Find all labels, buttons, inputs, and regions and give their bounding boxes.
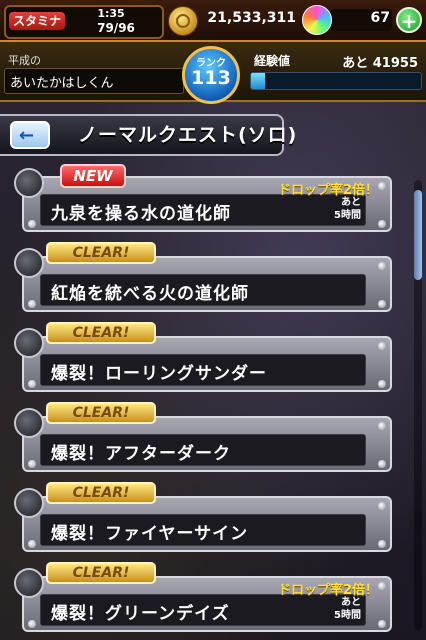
exp-bar <box>250 72 422 90</box>
time-line-2: 5時間 <box>334 210 361 221</box>
quest-name: 爆裂！グリーンデイズ <box>51 604 230 624</box>
clear-badge: CLEAR! <box>46 242 156 264</box>
quest-card[interactable]: 爆裂！グリーンデイズ あと 5時間 ドロップ率2倍！ <box>22 576 392 632</box>
player-name: あいたかはしくん <box>10 76 114 91</box>
quest-time-remaining: あと 5時間 <box>334 196 361 222</box>
rivet-decoration <box>378 502 386 510</box>
quest-card[interactable]: 紅焔を統べる火の道化師 <box>22 256 392 312</box>
rivet-decoration <box>378 262 386 270</box>
quest-name-panel: 爆裂！グリーンデイズ あと 5時間 <box>40 594 366 626</box>
card-knob-icon <box>14 248 44 278</box>
rivet-decoration <box>378 300 386 308</box>
rivet-decoration <box>28 460 36 468</box>
quest-name-panel: 紅焔を統べる火の道化師 <box>40 274 366 306</box>
scrollbar-thumb[interactable] <box>414 190 422 280</box>
rivet-decoration <box>378 380 386 388</box>
status-bar: スタミナ 1:35 79/96 21,533,311 67 + <box>0 0 426 42</box>
exp-remaining: あと 41955 <box>342 56 418 71</box>
quest-time-remaining: あと 5時間 <box>334 596 361 622</box>
rivet-decoration <box>28 620 36 628</box>
quest-card[interactable]: 爆裂！ローリングサンダー <box>22 336 392 392</box>
card-knob-icon <box>14 408 44 438</box>
quest-name-panel: 九泉を操る水の道化師 あと 5時間 <box>40 194 366 226</box>
exp-bar-fill <box>251 73 265 89</box>
stamina-gauge: スタミナ 1:35 79/96 <box>4 5 164 39</box>
quest-name: 爆裂！アフターダーク <box>51 444 231 464</box>
quest-name: 爆裂！ファイヤーサイン <box>51 524 249 544</box>
clear-badge: CLEAR! <box>46 562 156 584</box>
rivet-decoration <box>378 620 386 628</box>
orb-value: 67 <box>370 10 390 26</box>
clear-badge: CLEAR! <box>46 402 156 424</box>
quest-name-panel: 爆裂！ファイヤーサイン <box>40 514 366 546</box>
quest-name-panel: 爆裂！アフターダーク <box>40 434 366 466</box>
player-title: 平成の <box>8 54 41 67</box>
back-arrow-icon: ← <box>19 125 35 146</box>
rank-badge: ランク 113 <box>182 46 240 104</box>
rivet-decoration <box>378 540 386 548</box>
quest-card[interactable]: 爆裂！アフターダーク <box>22 416 392 472</box>
back-button[interactable]: ← <box>10 121 50 149</box>
time-line-2: 5時間 <box>334 610 361 621</box>
rivet-decoration <box>28 540 36 548</box>
rivet-decoration <box>378 220 386 228</box>
drop-rate-bonus: ドロップ率2倍！ <box>277 183 378 198</box>
quest-card[interactable]: 爆裂！ファイヤーサイン <box>22 496 392 552</box>
new-badge: NEW <box>60 164 126 188</box>
page-title: ノーマルクエスト(ソロ) <box>78 124 298 146</box>
exp-label: 経験値 <box>254 54 291 68</box>
stamina-value: 79/96 <box>97 21 135 35</box>
drop-rate-bonus: ドロップ率2倍！ <box>277 583 378 598</box>
quest-name: 紅焔を統べる火の道化師 <box>51 284 249 304</box>
buy-orbs-button[interactable]: + <box>396 7 422 33</box>
rivet-decoration <box>28 220 36 228</box>
quest-name: 九泉を操る水の道化師 <box>51 204 231 224</box>
stamina-timer: 1:35 <box>97 7 125 20</box>
rivet-decoration <box>378 342 386 350</box>
clear-badge: CLEAR! <box>46 482 156 504</box>
coin-value: 21,533,311 <box>207 10 296 26</box>
quest-name: 爆裂！ローリングサンダー <box>51 364 267 384</box>
card-knob-icon <box>14 168 44 198</box>
clear-badge: CLEAR! <box>46 322 156 344</box>
rivet-decoration <box>378 460 386 468</box>
card-knob-icon <box>14 328 44 358</box>
orb-icon <box>302 5 332 35</box>
rivet-decoration <box>378 582 386 590</box>
card-knob-icon <box>14 488 44 518</box>
rivet-decoration <box>378 422 386 430</box>
quest-name-panel: 爆裂！ローリングサンダー <box>40 354 366 386</box>
rivet-decoration <box>378 182 386 190</box>
card-knob-icon <box>14 568 44 598</box>
rivet-decoration <box>28 380 36 388</box>
stamina-label: スタミナ <box>9 12 65 30</box>
rank-value: 113 <box>191 67 231 89</box>
coin-icon <box>168 6 198 36</box>
rivet-decoration <box>28 300 36 308</box>
